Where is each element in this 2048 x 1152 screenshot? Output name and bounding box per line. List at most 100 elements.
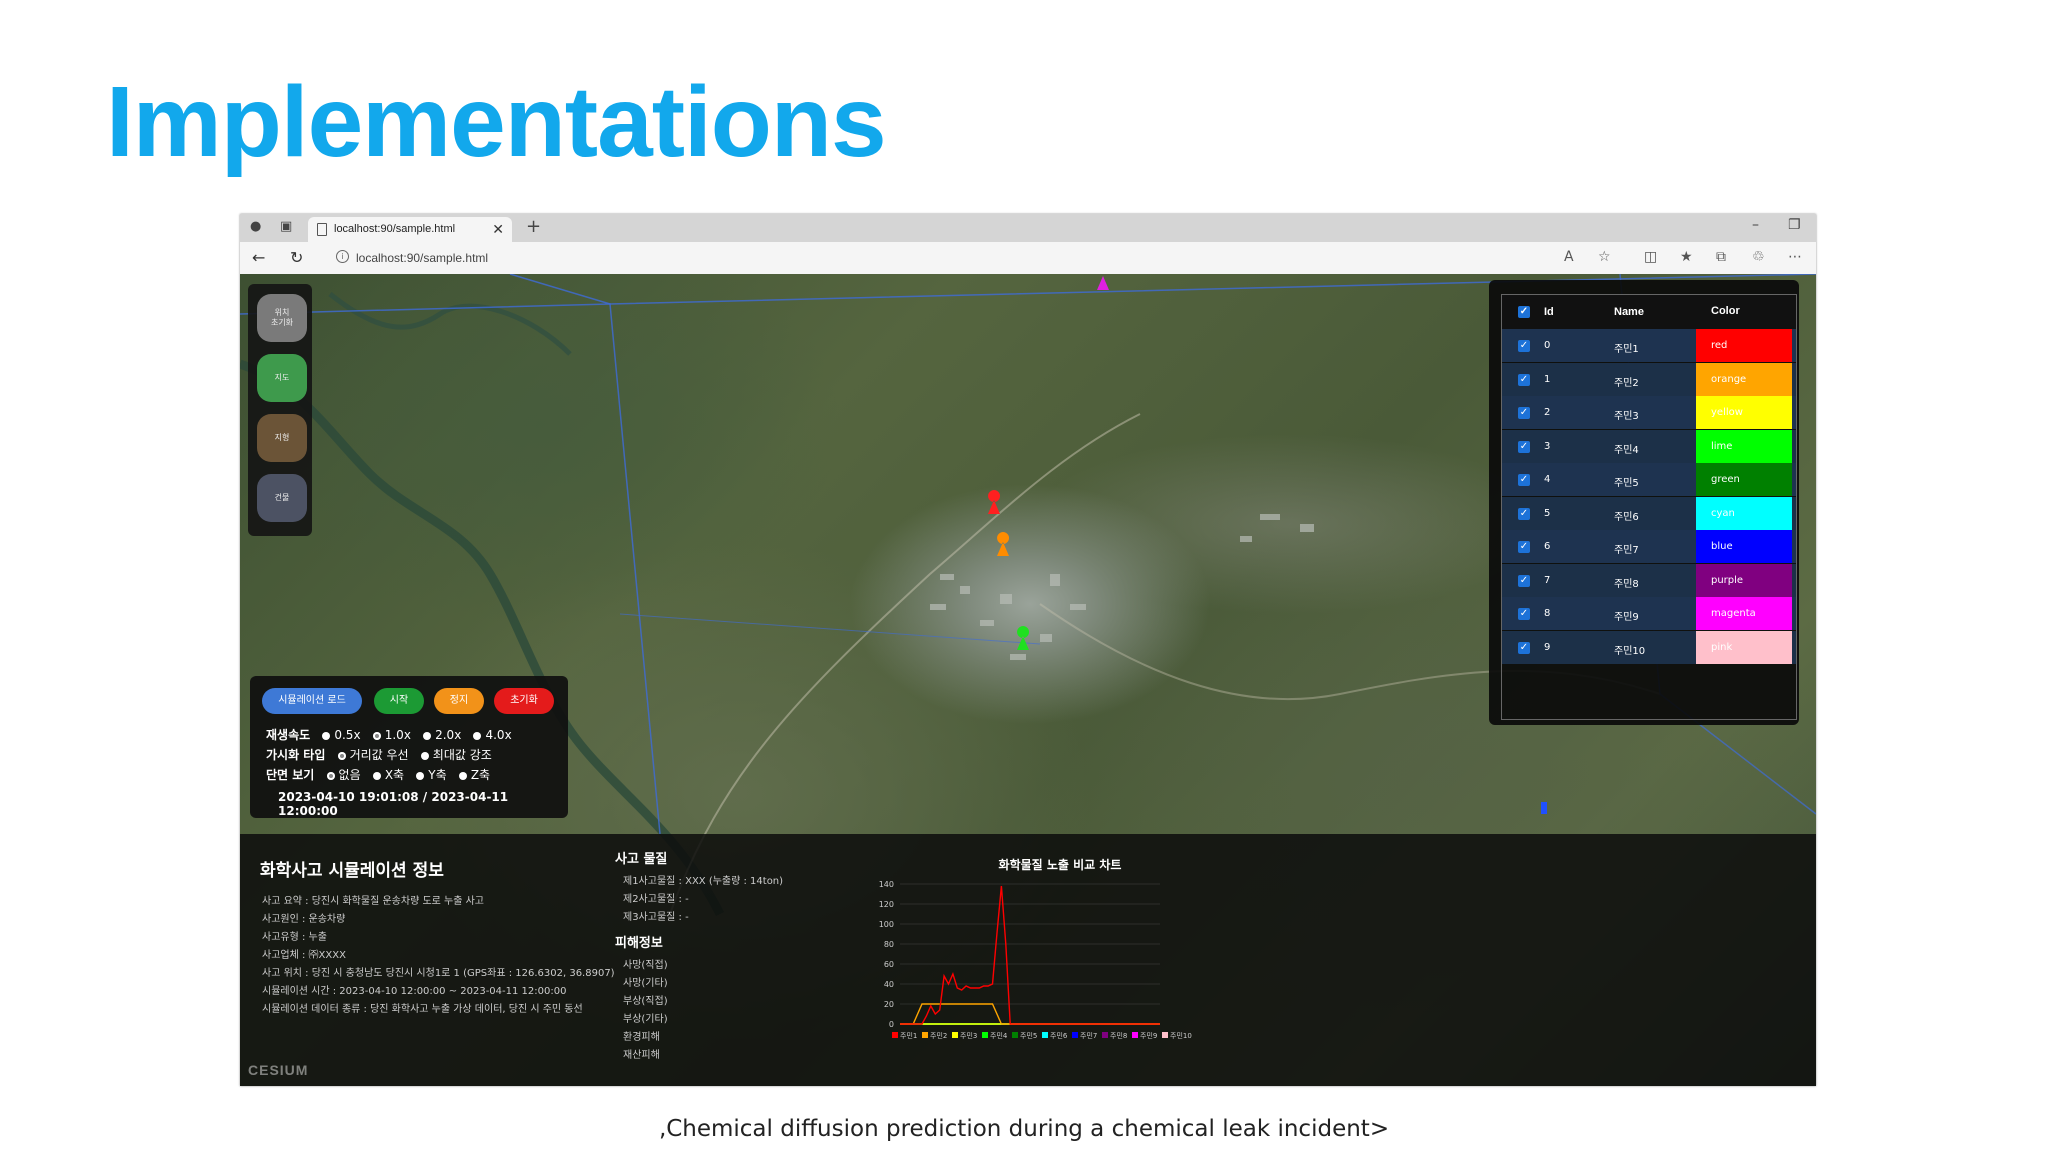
legend-swatch — [1102, 1032, 1108, 1038]
map-button[interactable]: 지도 — [257, 354, 307, 402]
reset-position-button[interactable]: 위치 초기화 — [257, 294, 307, 342]
split-screen-icon[interactable]: ◫ — [1644, 249, 1657, 265]
table-row[interactable]: ✓ 4 주민5 green — [1502, 463, 1796, 496]
extensions-icon[interactable]: ♲ — [1752, 249, 1765, 265]
row-id: 2 — [1544, 407, 1551, 418]
section-option[interactable]: Y축 — [416, 768, 447, 782]
row-checkbox[interactable]: ✓ — [1518, 641, 1530, 654]
resident-marker-red[interactable] — [988, 490, 1001, 514]
substance-line: 제1사고물질 : XXX (누출량 : 14ton) — [623, 876, 784, 887]
legend-label: 주민6 — [1050, 1031, 1068, 1040]
tab-bar: ● ▣ localhost:90/sample.html ✕ + – ❐ — [240, 214, 1816, 242]
site-info-icon[interactable]: i — [336, 250, 349, 263]
resident-markers — [988, 276, 1547, 814]
legend-label: 주민10 — [1170, 1031, 1192, 1040]
building-button[interactable]: 건물 — [257, 474, 307, 522]
y-tick-label: 100 — [879, 920, 894, 929]
y-tick-label: 120 — [879, 900, 894, 909]
table-row[interactable]: ✓ 6 주민7 blue — [1502, 530, 1796, 563]
browser-tab[interactable]: localhost:90/sample.html ✕ — [308, 217, 512, 242]
terrain-button[interactable]: 지형 — [257, 414, 307, 462]
table-row[interactable]: ✓ 0 주민1 red — [1502, 329, 1796, 362]
read-aloud-icon[interactable]: A — [1564, 249, 1574, 265]
info-line: 사고 요약 : 당진시 화학물질 운송차량 도로 누출 사고 — [262, 896, 484, 907]
favorites-list-icon[interactable]: ★ — [1680, 249, 1693, 265]
table-row[interactable]: ✓ 9 주민10 pink — [1502, 630, 1796, 664]
row-color-swatch: purple — [1696, 563, 1792, 597]
resident-table-panel: ✓ Id Name Color ✓ 0 주민1 red ✓ 1 주민2 orange ✓ 2 주민3… — [1489, 280, 1799, 725]
viz-type-label: 가시화 타입 — [266, 748, 326, 762]
resident-marker-blue[interactable] — [1541, 802, 1547, 814]
damage-line: 재산피해 — [623, 1050, 660, 1061]
more-icon[interactable]: ⋯ — [1788, 249, 1802, 265]
section-option[interactable]: X축 — [372, 768, 404, 782]
table-row[interactable]: ✓ 7 주민8 purple — [1502, 563, 1796, 597]
info-line: 사고유형 : 누출 — [262, 932, 327, 943]
legend-label: 주민8 — [1110, 1031, 1127, 1040]
row-checkbox[interactable]: ✓ — [1518, 373, 1530, 386]
minimize-icon[interactable]: – — [1752, 217, 1759, 233]
section-option[interactable]: 없음 — [326, 768, 361, 782]
series-line — [900, 1003, 1160, 1025]
favorite-icon[interactable]: ☆ — [1598, 249, 1611, 265]
load-simulation-button[interactable]: 시뮬레이션 로드 — [262, 688, 362, 714]
url-field[interactable]: localhost:90/sample.html — [356, 251, 488, 265]
legend-swatch — [1042, 1032, 1048, 1038]
row-checkbox[interactable]: ✓ — [1518, 541, 1530, 553]
row-name: 주민1 — [1614, 344, 1639, 355]
resident-marker-magenta[interactable] — [1097, 276, 1109, 290]
address-bar: ← ↻ i localhost:90/sample.html A ☆ ◫ ★ ⧉… — [240, 242, 1816, 275]
row-checkbox[interactable]: ✓ — [1518, 407, 1530, 419]
table-row[interactable]: ✓ 5 주민6 cyan — [1502, 496, 1796, 530]
legend-swatch — [982, 1032, 988, 1038]
speed-option[interactable]: 1.0x — [372, 728, 411, 742]
section-option[interactable]: Z축 — [458, 768, 490, 782]
tab-title: localhost:90/sample.html — [334, 223, 456, 235]
table-row[interactable]: ✓ 1 주민2 orange — [1502, 362, 1796, 396]
back-icon[interactable]: ← — [252, 248, 265, 267]
row-checkbox[interactable]: ✓ — [1518, 507, 1530, 520]
row-id: 9 — [1544, 641, 1551, 653]
collections-icon[interactable]: ⧉ — [1716, 249, 1726, 265]
row-name: 주민10 — [1614, 645, 1646, 657]
chart-canvas: 0 20 40 60 80 100 120 140 주민1 주민2 주민3 주민4 주민5 주민6 주민7 주… — [879, 880, 1192, 1040]
row-id: 4 — [1544, 474, 1551, 485]
viz-option[interactable]: 거리값 우선 — [337, 748, 409, 762]
reset-button[interactable]: 초기화 — [494, 688, 554, 714]
damage-title: 피해정보 — [615, 936, 663, 951]
speed-label: 재생속도 — [266, 728, 311, 742]
browser-window: ● ▣ localhost:90/sample.html ✕ + – ❐ ← ↻… — [240, 214, 1816, 1086]
speed-option[interactable]: 4.0x — [473, 728, 512, 742]
stop-button[interactable]: 정지 — [434, 688, 484, 714]
restore-icon[interactable]: ❐ — [1788, 217, 1801, 233]
row-checkbox[interactable]: ✓ — [1518, 474, 1530, 486]
map-viewport[interactable]: 위치 초기화 지도 지형 건물 시뮬레이션 로드 시작 정지 초기화 재생속도 … — [240, 274, 1816, 1086]
row-color-swatch: pink — [1696, 630, 1792, 664]
tab-actions-icon[interactable]: ▣ — [280, 219, 292, 234]
refresh-icon[interactable]: ↻ — [290, 248, 303, 267]
info-line: 시뮬레이션 데이터 종류 : 당진 화학사고 누출 가상 데이터, 당진 시 주… — [262, 1004, 583, 1015]
table-row[interactable]: ✓ 8 주민9 magenta — [1502, 597, 1796, 630]
viz-option[interactable]: 최대값 강조 — [420, 748, 492, 762]
row-checkbox[interactable]: ✓ — [1518, 574, 1530, 587]
start-button[interactable]: 시작 — [374, 688, 424, 714]
legend-swatch — [1132, 1032, 1138, 1038]
section-view-row: 단면 보기 없음 X축 Y축 Z축 — [266, 766, 490, 783]
resident-marker-orange[interactable] — [997, 532, 1010, 556]
row-checkbox[interactable]: ✓ — [1518, 440, 1530, 453]
resident-marker-lime[interactable] — [1017, 626, 1030, 650]
new-tab-icon[interactable]: + — [526, 216, 541, 237]
table-row[interactable]: ✓ 3 주민4 lime — [1502, 429, 1796, 463]
row-checkbox[interactable]: ✓ — [1518, 608, 1530, 620]
close-tab-icon[interactable]: ✕ — [492, 221, 504, 238]
row-checkbox[interactable]: ✓ — [1518, 340, 1530, 352]
speed-option[interactable]: 2.0x — [423, 728, 461, 742]
profile-icon[interactable]: ● — [250, 219, 261, 234]
table-row[interactable]: ✓ 2 주민3 yellow — [1502, 396, 1796, 429]
viz-type-row: 가시화 타입 거리값 우선 최대값 강조 — [266, 746, 492, 763]
row-name: 주민3 — [1614, 411, 1639, 422]
y-tick-label: 40 — [884, 980, 894, 989]
select-all-checkbox[interactable]: ✓ — [1518, 306, 1530, 318]
speed-option[interactable]: 0.5x — [322, 728, 361, 742]
y-tick-label: 60 — [884, 960, 894, 969]
